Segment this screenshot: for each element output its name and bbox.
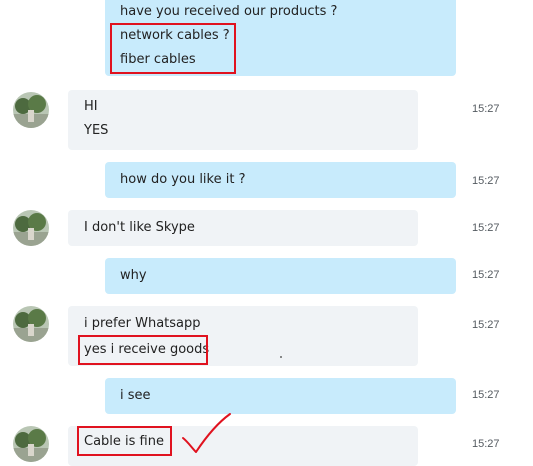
message-bubble-outgoing[interactable] [105, 378, 456, 414]
highlight-box [78, 335, 208, 365]
contact-avatar-icon[interactable] [13, 306, 49, 342]
message-text: why [120, 268, 147, 283]
message-timestamp: 15:27 [472, 269, 500, 281]
avatar-image [13, 92, 49, 128]
highlight-box [110, 23, 236, 74]
avatar-image [13, 210, 49, 246]
checkmark-icon [182, 413, 231, 453]
contact-avatar-icon[interactable] [13, 210, 49, 246]
message-bubble-outgoing[interactable] [105, 258, 456, 294]
message-timestamp: 15:27 [472, 103, 500, 115]
message-timestamp: 15:27 [472, 389, 500, 401]
message-timestamp: 15:27 [472, 438, 500, 450]
message-text: have you received our products ? [120, 4, 338, 19]
message-text: I don't like Skype [84, 220, 195, 235]
message-timestamp: 15:27 [472, 175, 500, 187]
message-text: i see [120, 388, 151, 403]
message-text: i prefer Whatsapp [84, 316, 201, 331]
avatar-image [13, 306, 49, 342]
message-text: HI [84, 99, 98, 114]
contact-avatar-icon[interactable] [13, 92, 49, 128]
message-text: YES [84, 123, 109, 138]
message-timestamp: 15:27 [472, 222, 500, 234]
message-timestamp: 15:27 [472, 319, 500, 331]
stray-dot [280, 356, 282, 358]
message-bubble-incoming[interactable] [68, 90, 418, 150]
highlight-box [77, 426, 172, 456]
message-text: how do you like it ? [120, 172, 246, 187]
